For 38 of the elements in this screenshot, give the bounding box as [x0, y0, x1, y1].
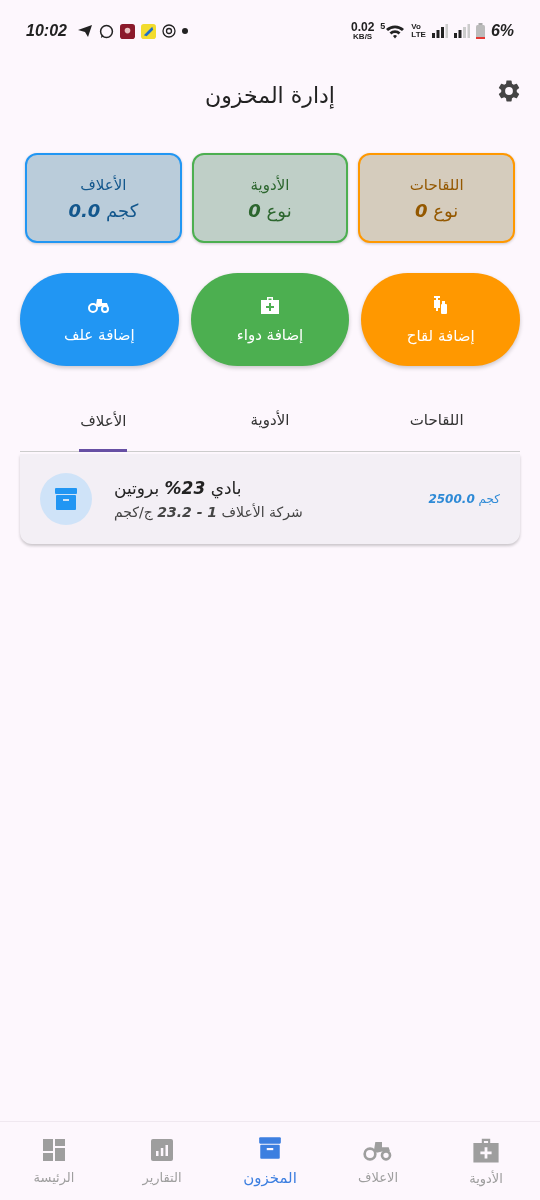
add-button[interactable]: إضافة دواء: [190, 273, 350, 366]
nav-item[interactable]: التقارير: [108, 1122, 216, 1200]
speed-value: 0.02: [351, 21, 375, 33]
app-icon: [119, 23, 135, 39]
medical-kit-icon: [472, 1136, 500, 1163]
status-time: 10:02: [26, 22, 67, 40]
dot-icon: [181, 28, 188, 34]
send-icon: [76, 24, 93, 38]
category-tab[interactable]: اللقاحات: [353, 390, 520, 452]
chat-bubble-icon: [98, 23, 114, 39]
lte-label: LTE: [411, 31, 426, 39]
volte-label: Vo: [411, 23, 422, 31]
add-button[interactable]: إضافة علف: [20, 273, 179, 366]
battery-icon: [475, 23, 485, 39]
stat-label: اللقاحات: [409, 175, 464, 194]
battery-level: 6%: [490, 22, 514, 40]
app-icon: [140, 23, 156, 39]
signal-icon: [431, 24, 448, 38]
stat-label: الأعلاف: [80, 175, 127, 194]
nav-item[interactable]: الاعلاف: [324, 1122, 432, 1200]
medical-kit-icon: [260, 295, 280, 314]
page-title: إدارة المخزون: [205, 82, 335, 108]
nav-item[interactable]: المخزون: [216, 1122, 324, 1200]
speed-unit: KB/S: [353, 33, 373, 41]
circle-icon: [161, 24, 176, 38]
nav-item[interactable]: الرئيسة: [0, 1122, 108, 1200]
stat-label: الأدوية: [250, 175, 290, 194]
archive-box-icon: [257, 1135, 283, 1161]
wifi-label: 5: [380, 21, 386, 31]
signal-icon: [453, 24, 470, 38]
dashboard-icon: [42, 1137, 66, 1162]
wifi-icon: [385, 23, 406, 39]
settings-icon[interactable]: [496, 78, 522, 104]
bar-chart-icon: [150, 1137, 174, 1162]
category-tab[interactable]: الأدوية: [186, 390, 354, 452]
archive-box-icon: [40, 473, 92, 525]
nav-item[interactable]: الأدوية: [432, 1122, 540, 1200]
add-button[interactable]: إضافة لقاح: [361, 273, 520, 366]
